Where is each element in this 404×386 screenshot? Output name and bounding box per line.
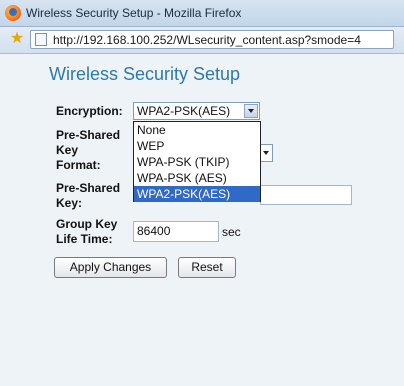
encryption-option-wpa2-psk-aes[interactable]: WPA2-PSK(AES) bbox=[134, 186, 260, 202]
group-key-unit: sec bbox=[222, 225, 241, 239]
reset-button[interactable]: Reset bbox=[178, 257, 236, 278]
encryption-option-none[interactable]: None bbox=[134, 122, 260, 138]
group-key-label-line1: Group Key bbox=[56, 217, 118, 231]
apply-changes-button[interactable]: Apply Changes bbox=[54, 257, 167, 278]
psk-input[interactable] bbox=[260, 185, 352, 205]
url-field[interactable]: http://192.168.100.252/WLsecurity_conten… bbox=[30, 30, 394, 49]
window-title: Wireless Security Setup - Mozilla Firefo… bbox=[26, 6, 242, 20]
encryption-option-wep[interactable]: WEP bbox=[134, 138, 260, 154]
firefox-icon bbox=[5, 5, 21, 21]
psk-format-label-line3: Format: bbox=[56, 158, 101, 172]
psk-format-label-line1: Pre-Shared bbox=[56, 128, 121, 142]
chevron-down-icon[interactable] bbox=[244, 104, 258, 118]
url-text[interactable]: http://192.168.100.252/WLsecurity_conten… bbox=[53, 33, 361, 47]
encryption-label: Encryption: bbox=[56, 104, 123, 118]
encryption-selected-value: WPA2-PSK(AES) bbox=[137, 104, 231, 118]
title-bar: Wireless Security Setup - Mozilla Firefo… bbox=[0, 0, 404, 27]
psk-label-line1: Pre-Shared bbox=[56, 181, 121, 195]
encryption-option-wpa-psk-tkip[interactable]: WPA-PSK (TKIP) bbox=[134, 154, 260, 170]
group-key-lifetime-input[interactable]: 86400 bbox=[133, 221, 219, 242]
page-content: Wireless Security Setup Encryption: WPA2… bbox=[0, 54, 404, 386]
address-bar: ★ http://192.168.100.252/WLsecurity_cont… bbox=[0, 27, 404, 54]
psk-label-line2: Key: bbox=[56, 196, 83, 210]
page-title: Wireless Security Setup bbox=[49, 64, 241, 84]
browser-window: Wireless Security Setup - Mozilla Firefo… bbox=[0, 0, 404, 386]
psk-format-select-arrow[interactable] bbox=[259, 144, 273, 162]
psk-format-label-line2: Key bbox=[56, 143, 79, 157]
encryption-dropdown-list: None WEP WPA-PSK (TKIP) WPA-PSK (AES) WP… bbox=[133, 121, 261, 202]
bookmark-star-icon[interactable]: ★ bbox=[7, 30, 27, 48]
page-icon bbox=[35, 33, 47, 46]
encryption-option-wpa-psk-aes[interactable]: WPA-PSK (AES) bbox=[134, 170, 260, 186]
encryption-select[interactable]: WPA2-PSK(AES) bbox=[133, 102, 260, 120]
group-key-label-line2: Life Time: bbox=[56, 232, 113, 246]
